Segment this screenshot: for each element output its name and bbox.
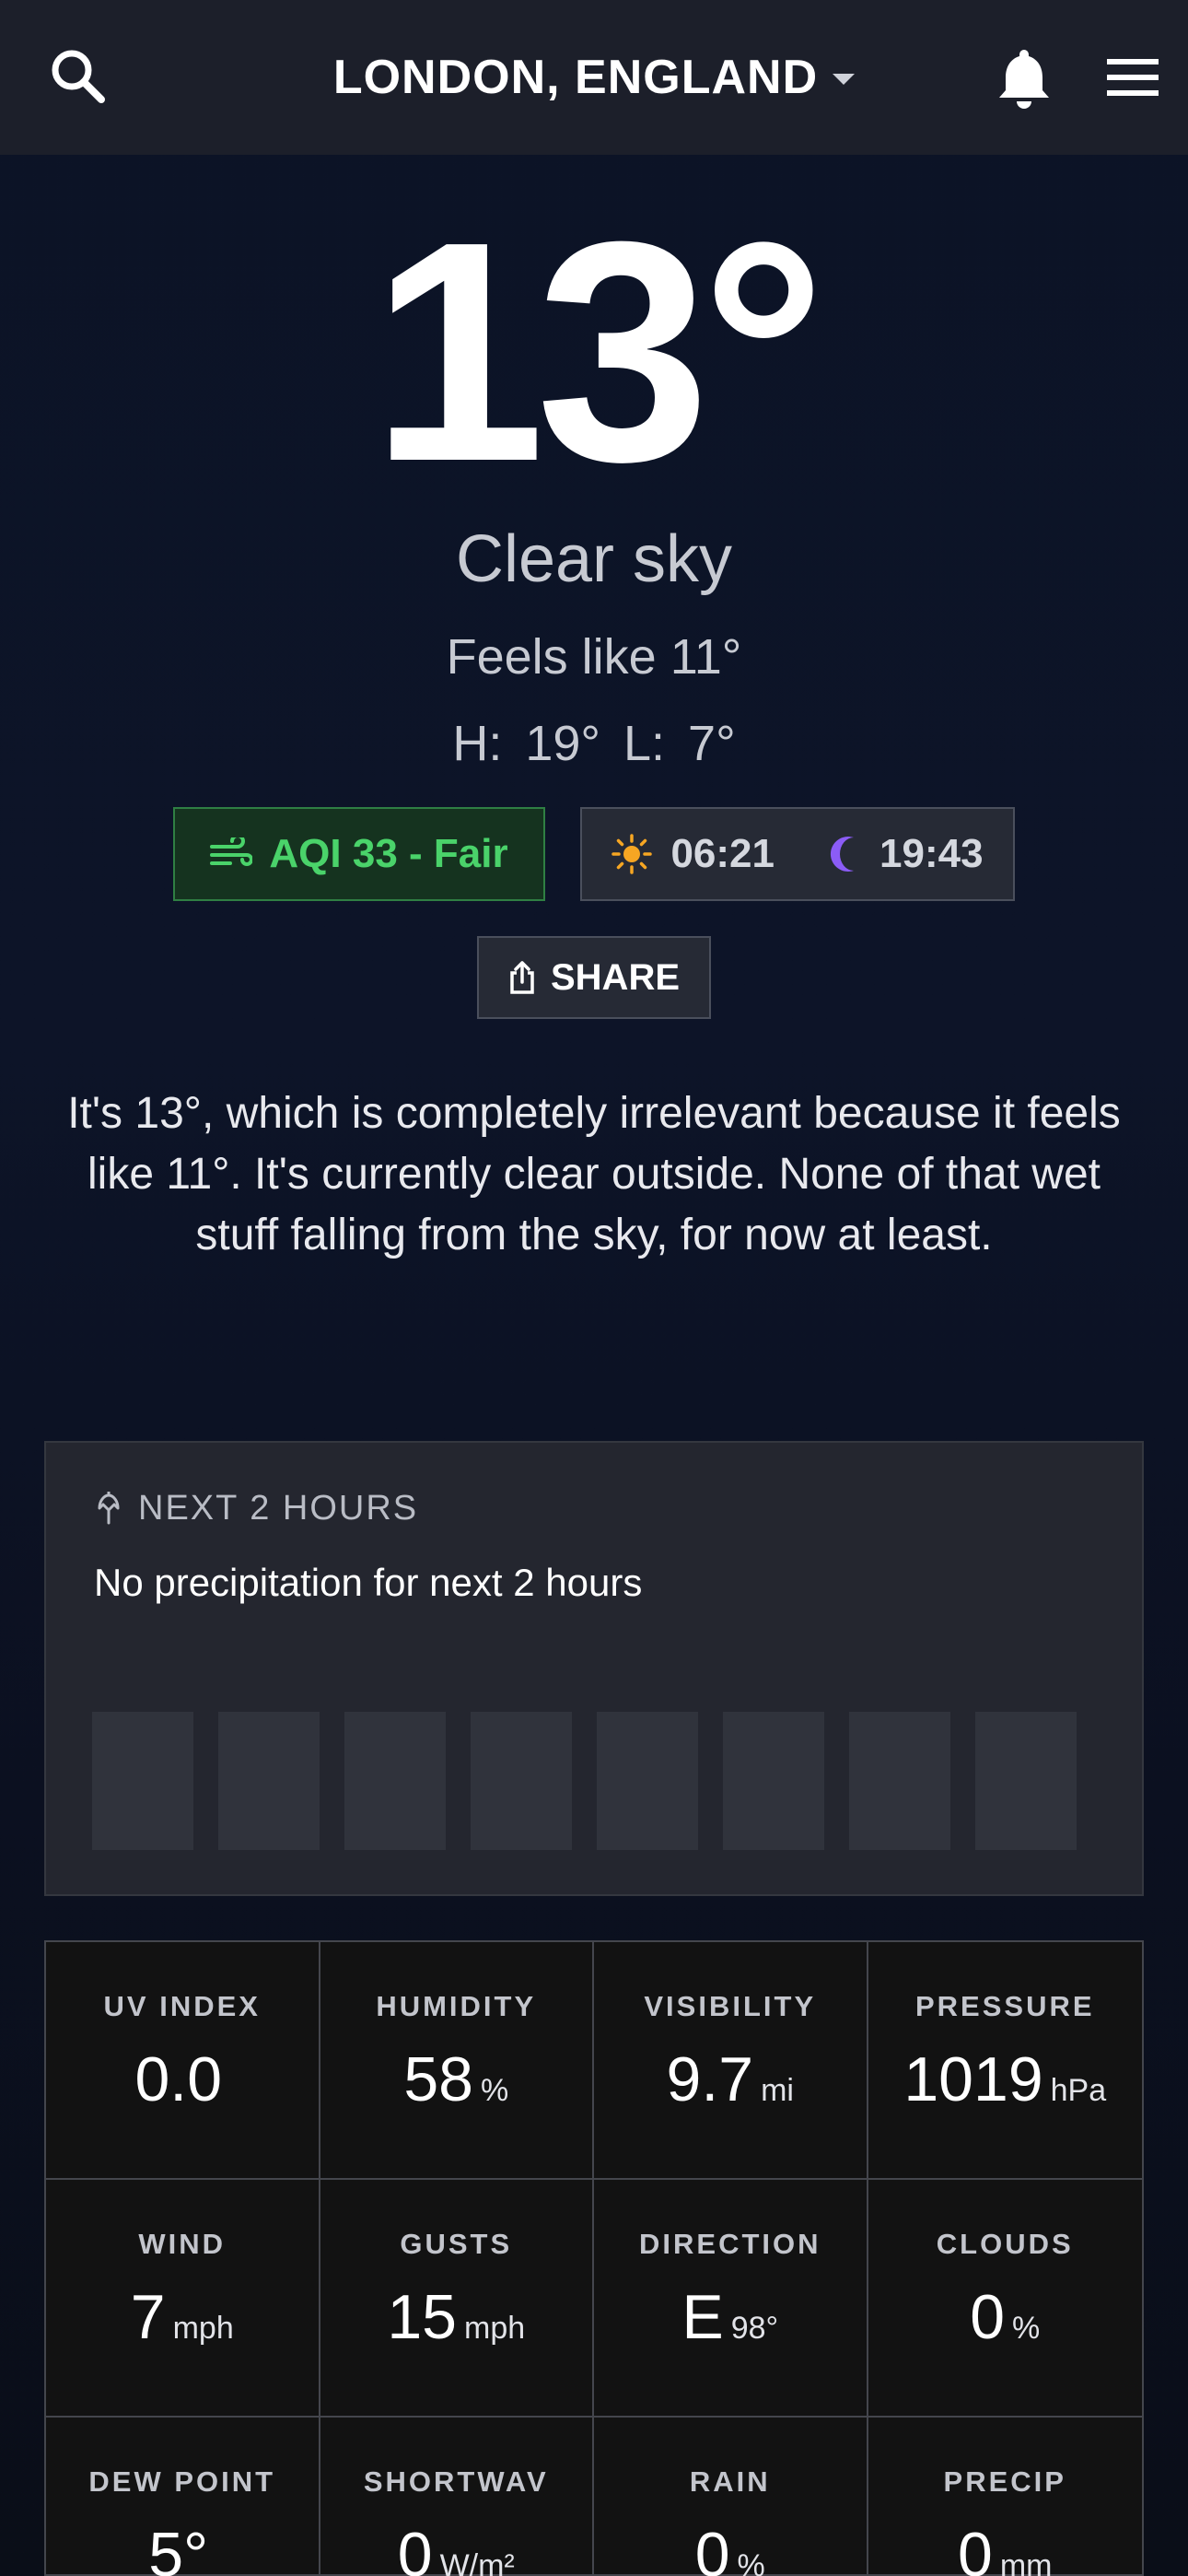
metric-value: 0 <box>970 2282 1006 2352</box>
metrics-grid: UV INDEX 0.0 HUMIDITY 58% VISIBILITY 9.7 mi PRE… <box>44 1940 1144 2576</box>
metric-value: 0 <box>694 2520 730 2576</box>
metric-value-row: 0 mm <box>868 2519 1143 2576</box>
share-icon <box>510 961 534 994</box>
metric-value-row: 1019 hPa <box>868 2043 1143 2115</box>
metric-value-row: 0% <box>868 2281 1143 2353</box>
sun-times-badge: 06:21 19:43 <box>580 807 1015 901</box>
metric-label: RAIN <box>689 2465 771 2498</box>
metric-unit: % <box>1012 2311 1041 2346</box>
next-hours-title: NEXT 2 HOURS <box>138 1489 419 1528</box>
metric-unit: 98° <box>730 2311 779 2346</box>
aqi-label: AQI 33 - Fair <box>269 831 508 876</box>
metric-value: 9.7 <box>666 2044 754 2114</box>
precipitation-bar <box>218 1712 320 1850</box>
metric-cell: GUSTS 15 mph <box>320 2180 594 2418</box>
share-label: SHARE <box>550 956 681 998</box>
precipitation-bar <box>849 1712 950 1850</box>
sunrise-time: 06:21 <box>670 831 775 876</box>
search-icon[interactable] <box>48 46 109 107</box>
metric-cell: SHORTWAV 0 W/m² <box>320 2418 594 2576</box>
metric-value: 15 <box>387 2282 457 2352</box>
next-hours-header: NEXT 2 HOURS <box>96 1489 418 1528</box>
metric-label: GUSTS <box>400 2228 513 2260</box>
metric-label: HUMIDITY <box>376 1990 537 2022</box>
metric-value-row: 9.7 mi <box>594 2043 867 2115</box>
weather-summary: It's 13°, which is completely irrelevant… <box>67 1089 1121 1259</box>
precipitation-bar <box>344 1712 446 1850</box>
metric-value: 1019 <box>903 2044 1043 2114</box>
aqi-badge[interactable]: AQI 33 - Fair <box>173 807 545 901</box>
location-title: LONDON, ENGLAND <box>332 51 819 104</box>
metric-cell: PRECIP 0 mm <box>868 2418 1143 2576</box>
location-selector[interactable]: LONDON, ENGLAND <box>332 50 856 105</box>
metric-cell: VISIBILITY 9.7 mi <box>594 1942 868 2180</box>
metric-label: DIRECTION <box>639 2228 821 2260</box>
metric-unit: mi <box>761 2073 794 2108</box>
bell-icon[interactable] <box>995 46 1054 111</box>
metric-label: PRECIP <box>943 2465 1066 2498</box>
metric-label: WIND <box>138 2228 227 2260</box>
metric-label: VISIBILITY <box>644 1990 817 2022</box>
hamburger-icon[interactable] <box>1101 53 1164 101</box>
metric-value: 7 <box>130 2282 166 2352</box>
top-bar: LONDON, ENGLAND <box>0 0 1188 155</box>
metric-value-row: 0% <box>594 2519 867 2576</box>
wind-icon <box>210 837 253 866</box>
metric-label: PRESSURE <box>914 1990 1095 2022</box>
metric-unit: mph <box>172 2311 234 2346</box>
high-low-text: H: 19° L: 7° <box>452 716 736 771</box>
current-temperature: 13° <box>370 177 826 527</box>
sunset-time: 19:43 <box>879 831 984 876</box>
metric-value-row: E 98° <box>594 2281 867 2353</box>
feels-like-text: Feels like 11° <box>446 629 742 685</box>
metric-value-row: 0 W/m² <box>320 2519 593 2576</box>
moon-icon <box>830 837 854 872</box>
metric-unit: % <box>480 2073 509 2108</box>
sun-icon <box>611 834 653 874</box>
metric-cell: DEW POINT 5° <box>46 2418 320 2576</box>
metric-cell: CLOUDS 0% <box>868 2180 1143 2418</box>
metric-value: 0 <box>958 2520 993 2576</box>
metric-unit: hPa <box>1050 2073 1107 2108</box>
metric-value: 5° <box>148 2520 209 2576</box>
metric-value-row: 15 mph <box>320 2281 593 2353</box>
precipitation-bar <box>975 1712 1077 1850</box>
metric-value-row: 58% <box>320 2043 593 2115</box>
share-button[interactable]: SHARE <box>477 936 711 1019</box>
metric-cell: UV INDEX 0.0 <box>46 1942 320 2180</box>
precipitation-bar <box>92 1712 193 1850</box>
metric-cell: HUMIDITY 58% <box>320 1942 594 2180</box>
umbrella-icon <box>98 1491 120 1524</box>
precipitation-bar <box>471 1712 572 1850</box>
metric-value-row: 0.0 <box>46 2043 319 2115</box>
metric-value-row: 5° <box>46 2519 319 2576</box>
metric-label: CLOUDS <box>936 2228 1074 2260</box>
metric-cell: DIRECTION E 98° <box>594 2180 868 2418</box>
metric-label: UV INDEX <box>103 1990 261 2022</box>
metric-value: 58 <box>403 2044 473 2114</box>
precipitation-bar <box>597 1712 698 1850</box>
next-2-hours-card: NEXT 2 HOURS No precipitation for next 2… <box>44 1441 1144 1896</box>
metric-cell: RAIN 0% <box>594 2418 868 2576</box>
metric-value-row: 7 mph <box>46 2281 319 2353</box>
precipitation-bars <box>92 1712 1077 1850</box>
precipitation-bar <box>723 1712 824 1850</box>
metric-value: 0.0 <box>134 2044 223 2114</box>
metric-value: E <box>681 2282 724 2352</box>
metric-cell: PRESSURE 1019 hPa <box>868 1942 1143 2180</box>
chevron-down-icon <box>833 74 856 85</box>
metric-unit: mm <box>999 2548 1053 2576</box>
metric-cell: WIND 7 mph <box>46 2180 320 2418</box>
metric-label: DEW POINT <box>88 2465 276 2498</box>
condition-text: Clear sky <box>455 522 733 596</box>
metric-label: SHORTWAV <box>363 2465 549 2498</box>
precipitation-message: No precipitation for next 2 hours <box>94 1561 643 1604</box>
metric-unit: % <box>737 2548 765 2576</box>
metric-value: 0 <box>397 2520 433 2576</box>
metric-unit: mph <box>464 2311 526 2346</box>
metric-unit: W/m² <box>439 2548 515 2576</box>
